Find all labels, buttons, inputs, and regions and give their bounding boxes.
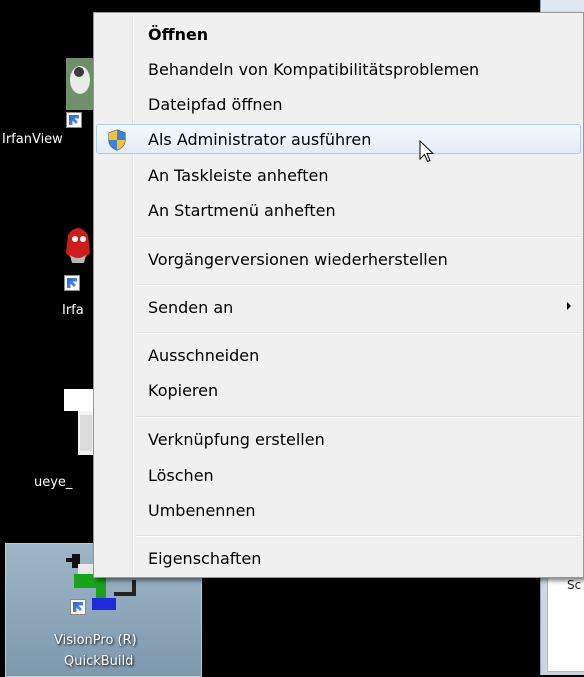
menu-item-open[interactable]: Öffnen: [96, 19, 581, 49]
menu-item-create-shortcut[interactable]: Verknüpfung erstellen: [96, 424, 581, 454]
shortcut-arrow-icon: [64, 275, 80, 291]
menu-item-label: Ausschneiden: [148, 346, 260, 365]
menu-item-label: Behandeln von Kompatibilitätsproblemen: [148, 60, 480, 79]
menu-item-rename[interactable]: Umbenennen: [96, 495, 581, 525]
desktop-icon-label: Irfa: [62, 303, 84, 318]
menu-item-send-to[interactable]: Senden an: [96, 292, 581, 322]
menu-item-label: Dateipfad öffnen: [148, 95, 283, 114]
menu-item-copy[interactable]: Kopieren: [96, 375, 581, 405]
desktop-icon-irfa[interactable]: Irfa: [0, 215, 95, 325]
menu-item-label: Kopieren: [148, 381, 219, 400]
desktop-icon-label: VisionPro (R): [54, 633, 137, 648]
menu-item-delete[interactable]: Löschen: [96, 460, 581, 490]
desktop-icon-label: QuickBuild: [64, 654, 134, 669]
irfanview-icon: [66, 58, 94, 110]
red-devil-icon: [66, 228, 90, 263]
menu-item-open-file-location[interactable]: Dateipfad öffnen: [96, 89, 581, 119]
menu-item-label: Umbenennen: [148, 501, 256, 520]
mouse-cursor-icon: [419, 140, 435, 163]
submenu-arrow-icon: [567, 302, 571, 310]
menu-item-pin-to-taskbar[interactable]: An Taskleiste anheften: [96, 160, 581, 190]
menu-item-label: An Taskleiste anheften: [148, 166, 329, 185]
menu-item-label: Löschen: [148, 466, 214, 485]
context-menu: Öffnen Behandeln von Kompatibilitätsprob…: [93, 12, 584, 578]
desktop-icon-ueye[interactable]: ueye_: [0, 385, 95, 495]
menu-item-label: Senden an: [148, 298, 234, 317]
desktop-icon-label: IrfanView: [2, 132, 63, 147]
desktop-icon-irfanview[interactable]: IrfanView: [0, 50, 95, 160]
menu-item-label: Eigenschaften: [148, 549, 262, 568]
menu-separator: [136, 535, 581, 537]
document-icon: [64, 389, 94, 455]
menu-separator: [136, 236, 581, 238]
menu-separator: [136, 284, 581, 286]
menu-item-label: Als Administrator ausführen: [148, 130, 372, 149]
menu-item-pin-to-start-menu[interactable]: An Startmenü anheften: [96, 195, 581, 225]
menu-item-label: Vorgängerversionen wiederherstellen: [148, 250, 448, 269]
uac-shield-icon: [108, 129, 126, 151]
shortcut-arrow-icon: [70, 599, 86, 615]
menu-item-properties[interactable]: Eigenschaften: [96, 543, 581, 573]
menu-item-cut[interactable]: Ausschneiden: [96, 340, 581, 370]
shortcut-arrow-icon: [66, 112, 82, 128]
menu-item-troubleshoot-compatibility[interactable]: Behandeln von Kompatibilitätsproblemen: [96, 54, 581, 84]
desktop-icon-label: ueye_: [34, 475, 73, 490]
menu-separator: [136, 332, 581, 334]
background-window-text: Sc: [567, 578, 582, 592]
menu-item-run-as-administrator[interactable]: Als Administrator ausführen: [96, 124, 581, 154]
menu-item-label: Öffnen: [148, 25, 209, 44]
menu-item-label: Verknüpfung erstellen: [148, 430, 325, 449]
menu-separator: [136, 416, 581, 418]
menu-item-label: An Startmenü anheften: [148, 201, 336, 220]
menu-item-restore-previous-versions[interactable]: Vorgängerversionen wiederherstellen: [96, 244, 581, 274]
